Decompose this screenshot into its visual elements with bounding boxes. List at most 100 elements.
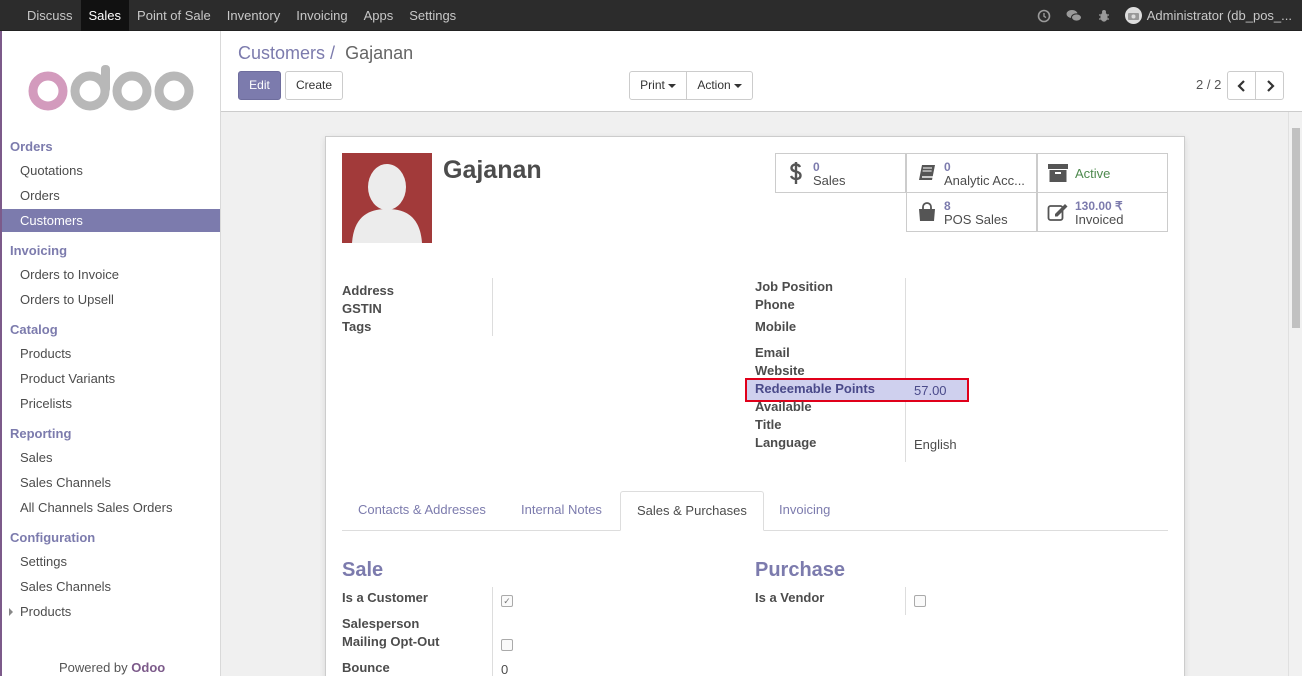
odoo-logo[interactable] [28, 65, 198, 111]
redeemable-points-value[interactable]: 57.00 [914, 383, 947, 398]
avatar [1124, 7, 1142, 24]
shopping-bag-icon [915, 200, 939, 224]
bounce-value: 0 [501, 662, 509, 676]
available-label: Available [755, 399, 812, 414]
smart-button-pos-sales[interactable]: 8 POS Sales [906, 192, 1037, 232]
customer-avatar-image[interactable] [342, 153, 432, 243]
powered-by-brand[interactable]: Odoo [131, 660, 165, 675]
sidebar-item-pricelists[interactable]: Pricelists [20, 396, 72, 411]
menu-discuss[interactable]: Discuss [19, 0, 81, 31]
tab-contacts-addresses[interactable]: Contacts & Addresses [342, 491, 502, 531]
is-customer-label: Is a Customer [342, 590, 428, 605]
vertical-scrollbar[interactable] [1288, 112, 1302, 676]
sidebar-item-config-sales-channels[interactable]: Sales Channels [20, 579, 111, 594]
edit-button[interactable]: Edit [238, 71, 281, 100]
tab-sales-purchases[interactable]: Sales & Purchases [620, 491, 764, 531]
is-vendor-checkbox[interactable] [914, 595, 926, 607]
breadcrumb-separator: / [330, 43, 336, 63]
book-icon [915, 161, 939, 185]
powered-by: Powered by Odoo [59, 660, 165, 675]
pos-sales-label: POS Sales [944, 212, 1008, 227]
language-value[interactable]: English [914, 437, 957, 452]
breadcrumb-current: Gajanan [345, 43, 414, 63]
pos-sales-count: 8 [944, 199, 951, 213]
sidebar-item-settings[interactable]: Settings [20, 554, 67, 569]
mailing-opt-out-checkbox[interactable] [501, 639, 513, 651]
field-separator [905, 587, 906, 615]
analytic-count: 0 [944, 160, 951, 174]
user-menu[interactable]: Administrator (db_pos_... [1124, 7, 1292, 24]
menu-settings[interactable]: Settings [401, 0, 464, 31]
pager-previous-button[interactable] [1227, 71, 1256, 100]
sidebar-item-report-sales[interactable]: Sales [20, 450, 53, 465]
is-customer-checkbox[interactable]: ✓ [501, 595, 513, 607]
section-catalog: Catalog [10, 322, 58, 337]
sidebar-item-customers[interactable]: Customers [2, 209, 220, 232]
customer-name: Gajanan [443, 156, 542, 184]
sidebar-item-config-products[interactable]: Products [20, 604, 71, 619]
pager-next-button[interactable] [1255, 71, 1284, 100]
sidebar-item-orders[interactable]: Orders [20, 188, 60, 203]
create-button[interactable]: Create [285, 71, 343, 100]
print-dropdown[interactable]: Print [629, 71, 687, 100]
gstin-label: GSTIN [342, 301, 382, 316]
sidebar: Orders Quotations Orders Customers Invoi… [2, 31, 221, 676]
tab-invoicing[interactable]: Invoicing [763, 491, 846, 531]
chevron-left-icon [1236, 80, 1245, 92]
sidebar-item-all-channels-sales-orders[interactable]: All Channels Sales Orders [20, 500, 172, 515]
section-configuration: Configuration [10, 530, 96, 545]
action-dropdown[interactable]: Action [686, 71, 753, 100]
sales-count: 0 [813, 160, 820, 174]
sidebar-item-orders-to-upsell[interactable]: Orders to Upsell [20, 292, 114, 307]
smart-button-active[interactable]: Active [1037, 153, 1168, 193]
top-navbar: Discuss Sales Point of Sale Inventory In… [0, 0, 1302, 31]
phone-label: Phone [755, 297, 795, 312]
tags-label: Tags [342, 319, 372, 334]
bounce-label: Bounce [342, 660, 390, 675]
menu-point-of-sale[interactable]: Point of Sale [129, 0, 219, 31]
field-separator [492, 278, 493, 336]
invoiced-label: Invoiced [1075, 212, 1124, 227]
scrollbar-thumb[interactable] [1292, 128, 1300, 328]
smart-button-invoiced[interactable]: 130.00 ₹ Invoiced [1037, 192, 1168, 232]
section-reporting: Reporting [10, 426, 72, 441]
caret-down-icon [733, 83, 742, 88]
clock-icon[interactable] [1029, 9, 1059, 23]
sidebar-item-quotations[interactable]: Quotations [20, 163, 83, 178]
menu-apps[interactable]: Apps [356, 0, 402, 31]
chat-icon[interactable] [1059, 9, 1089, 23]
menu-sales[interactable]: Sales [80, 0, 130, 31]
salesperson-label: Salesperson [342, 616, 420, 631]
section-orders: Orders [10, 139, 53, 154]
sale-heading: Sale [342, 559, 384, 581]
field-separator [905, 278, 906, 462]
analytic-label: Analytic Acc... [944, 173, 1025, 188]
mobile-label: Mobile [755, 319, 797, 334]
sidebar-item-products[interactable]: Products [20, 346, 71, 361]
menu-invoicing[interactable]: Invoicing [288, 0, 355, 31]
bug-icon[interactable] [1089, 9, 1119, 23]
notebook-tabs: Contacts & Addresses Internal Notes Sale… [342, 491, 1168, 531]
purchase-heading: Purchase [755, 559, 846, 581]
mailing-opt-out-label: Mailing Opt-Out [342, 634, 440, 649]
smart-button-analytic[interactable]: 0 Analytic Acc... [906, 153, 1037, 193]
sidebar-item-product-variants[interactable]: Product Variants [20, 371, 115, 386]
sales-label: Sales [813, 173, 846, 188]
archive-icon [1046, 161, 1070, 185]
dollar-icon [784, 161, 808, 185]
sidebar-item-report-sales-channels[interactable]: Sales Channels [20, 475, 111, 490]
tab-internal-notes[interactable]: Internal Notes [505, 491, 618, 531]
breadcrumb: Customers / Gajanan [238, 43, 413, 64]
breadcrumb-customers[interactable]: Customers [238, 43, 325, 63]
is-vendor-label: Is a Vendor [755, 590, 825, 605]
sidebar-item-orders-to-invoice[interactable]: Orders to Invoice [20, 267, 119, 282]
title-label: Title [755, 417, 782, 432]
active-label: Active [1075, 166, 1111, 181]
redeemable-points-label: Redeemable Points [755, 381, 875, 396]
user-name: Administrator (db_pos_... [1146, 8, 1292, 23]
job-position-label: Job Position [755, 279, 833, 294]
expand-caret-icon[interactable] [9, 608, 13, 616]
menu-inventory[interactable]: Inventory [219, 0, 288, 31]
smart-button-sales[interactable]: 0 Sales [775, 153, 906, 193]
website-label: Website [755, 363, 805, 378]
